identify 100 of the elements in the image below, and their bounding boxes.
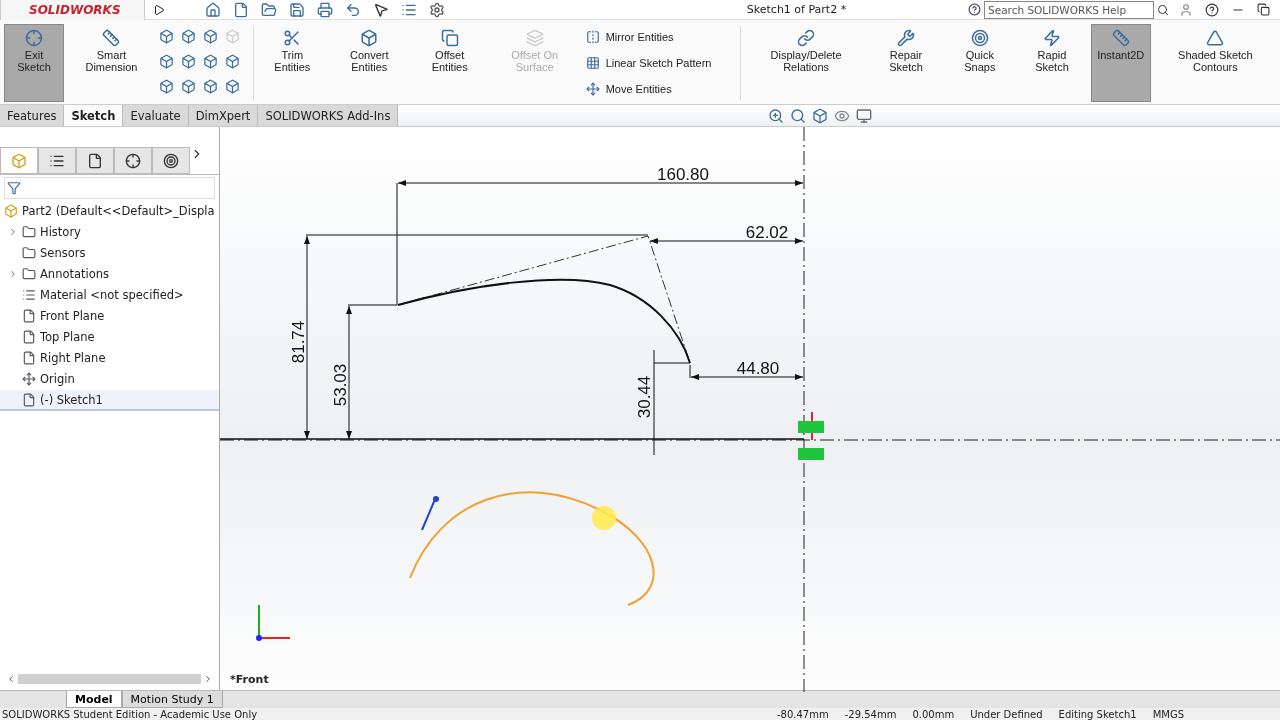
dimension-icon: [102, 29, 121, 47]
tree-item[interactable]: Top Plane: [40, 329, 95, 344]
command-tab[interactable]: SOLIDWORKS Add-Ins: [258, 105, 399, 126]
panel-tab-icon[interactable]: [114, 147, 152, 174]
tree-item[interactable]: Right Plane: [40, 350, 106, 365]
edition-text: SOLIDWORKS Student Edition - Academic Use Only: [2, 708, 258, 720]
coordinate-text: -29.54mm: [844, 708, 897, 720]
units-text[interactable]: MMGS: [1152, 708, 1184, 720]
expand-icon[interactable]: [153, 3, 165, 16]
folder-icon: [22, 224, 36, 239]
command-tab[interactable]: DimXpert: [188, 105, 259, 126]
pointer-icon[interactable]: [373, 1, 389, 18]
status-text: Under Defined: [970, 708, 1043, 720]
cube-icon: [360, 29, 379, 47]
panel-tab-icon[interactable]: [76, 147, 114, 174]
command-tab[interactable]: Evaluate: [123, 105, 189, 126]
axis-triad: [256, 604, 291, 641]
coordinate-text: -80.47mm: [776, 708, 829, 720]
tangent-handle: [421, 496, 439, 531]
scissors-icon: [283, 29, 302, 47]
move-icon: [585, 82, 600, 96]
undo-icon[interactable]: [345, 1, 361, 18]
dimension-value[interactable]: 44.80: [736, 359, 780, 378]
command-tab[interactable]: Features: [0, 105, 65, 126]
view-label: *Front: [230, 673, 269, 686]
graphics-area[interactable]: 160.80 62.02 81.74 53.03 30.44 44.80 *Front: [220, 127, 1280, 690]
filter-icon[interactable]: [7, 181, 21, 195]
wrench-icon: [897, 29, 915, 47]
dimension-value[interactable]: 30.44: [635, 375, 654, 419]
plane-icon: [22, 329, 36, 344]
origin-icon: [22, 371, 36, 386]
search-icon[interactable]: [1157, 3, 1169, 16]
new-file-icon[interactable]: [233, 1, 249, 18]
monitor-icon[interactable]: [856, 107, 873, 124]
ribbon-button[interactable]: Trim Entities: [259, 24, 325, 102]
folder-icon: [22, 266, 36, 281]
scroll-left-icon[interactable]: [6, 674, 16, 684]
scroll-right-icon[interactable]: [203, 674, 213, 684]
ribbon-list-button[interactable]: Linear Sketch Pattern: [583, 56, 734, 70]
ribbon-button[interactable]: Smart Dimension: [68, 24, 155, 102]
sketch-icon: [22, 392, 36, 407]
settings-icon[interactable]: [429, 1, 445, 18]
snap-icon: [970, 29, 989, 47]
user-icon[interactable]: [1179, 2, 1193, 17]
ribbon-button[interactable]: Display/Delete Relations: [746, 24, 866, 102]
offset-icon: [440, 29, 459, 47]
mode-text: Editing Sketch1: [1058, 708, 1137, 720]
view-cube-icon[interactable]: [812, 107, 829, 124]
ribbon-button[interactable]: Exit Sketch: [4, 24, 65, 102]
lightning-icon: [1042, 29, 1061, 47]
ribbon-button[interactable]: Instant2D: [1090, 24, 1151, 102]
home-icon[interactable]: [205, 1, 221, 18]
coordinate-text: 0.00mm: [912, 708, 955, 720]
ribbon-button[interactable]: Rapid Sketch: [1017, 24, 1087, 102]
ribbon-button[interactable]: Convert Entities: [328, 24, 410, 102]
relations-icon: [797, 29, 816, 47]
print-icon[interactable]: [317, 1, 333, 18]
ribbon-button[interactable]: Quick Snaps: [946, 24, 1014, 102]
ribbon-button[interactable]: Shaded Sketch Contours: [1154, 24, 1276, 102]
tree-item[interactable]: History: [40, 224, 81, 239]
help-icon[interactable]: [1205, 2, 1219, 17]
tree-item[interactable]: Material <not specified>: [40, 287, 184, 302]
document-title: Sketch1 of Part2 *: [746, 3, 847, 16]
search-field[interactable]: Search SOLIDWORKS Help: [984, 0, 1154, 19]
ribbon-list-button[interactable]: Move Entities: [583, 82, 734, 96]
tree-item[interactable]: Annotations: [40, 266, 110, 281]
pattern-icon: [585, 56, 600, 70]
ribbon-button[interactable]: Offset Entities: [413, 24, 486, 102]
help-icon[interactable]: [968, 3, 981, 16]
offset-surface-icon: [525, 29, 544, 47]
material-icon: [22, 287, 36, 302]
panel-tab-icon[interactable]: [152, 147, 190, 174]
restore-icon[interactable]: [1257, 2, 1270, 16]
save-icon[interactable]: [289, 1, 305, 18]
command-tab[interactable]: Sketch: [64, 105, 124, 126]
tree-item[interactable]: Origin: [40, 371, 75, 386]
dimension-value[interactable]: 62.02: [745, 223, 789, 242]
bottom-tab[interactable]: Model: [66, 691, 122, 708]
zoom-area-icon[interactable]: [790, 107, 807, 124]
brand-logo: SOLIDWORKS: [0, 0, 145, 21]
plane-icon: [22, 308, 36, 323]
plane-icon: [22, 350, 36, 365]
tree-item[interactable]: Sensors: [40, 245, 86, 260]
ruler-icon: [1111, 29, 1130, 47]
open-folder-icon[interactable]: [261, 1, 277, 18]
zoom-icon[interactable]: [768, 107, 785, 124]
ribbon-list-button[interactable]: Mirror Entities: [583, 30, 734, 44]
dimension-value[interactable]: 81.74: [289, 320, 308, 364]
origin-marker: [798, 411, 824, 460]
scrollbar-thumb[interactable]: [18, 674, 201, 684]
tree-item[interactable]: Front Plane: [40, 308, 105, 323]
mirror-icon: [585, 30, 600, 44]
cursor-highlight: [592, 506, 616, 530]
bottom-tab[interactable]: Motion Study 1: [121, 691, 223, 708]
tree-item[interactable]: Part2 (Default<<Default>_Displa: [22, 203, 215, 218]
panel-tab-icon[interactable]: [38, 147, 76, 174]
ribbon-button[interactable]: Repair Sketch: [869, 24, 943, 102]
dimension-value[interactable]: 53.03: [331, 363, 350, 407]
folder-icon: [22, 245, 36, 260]
dimension-value[interactable]: 160.80: [657, 165, 709, 184]
